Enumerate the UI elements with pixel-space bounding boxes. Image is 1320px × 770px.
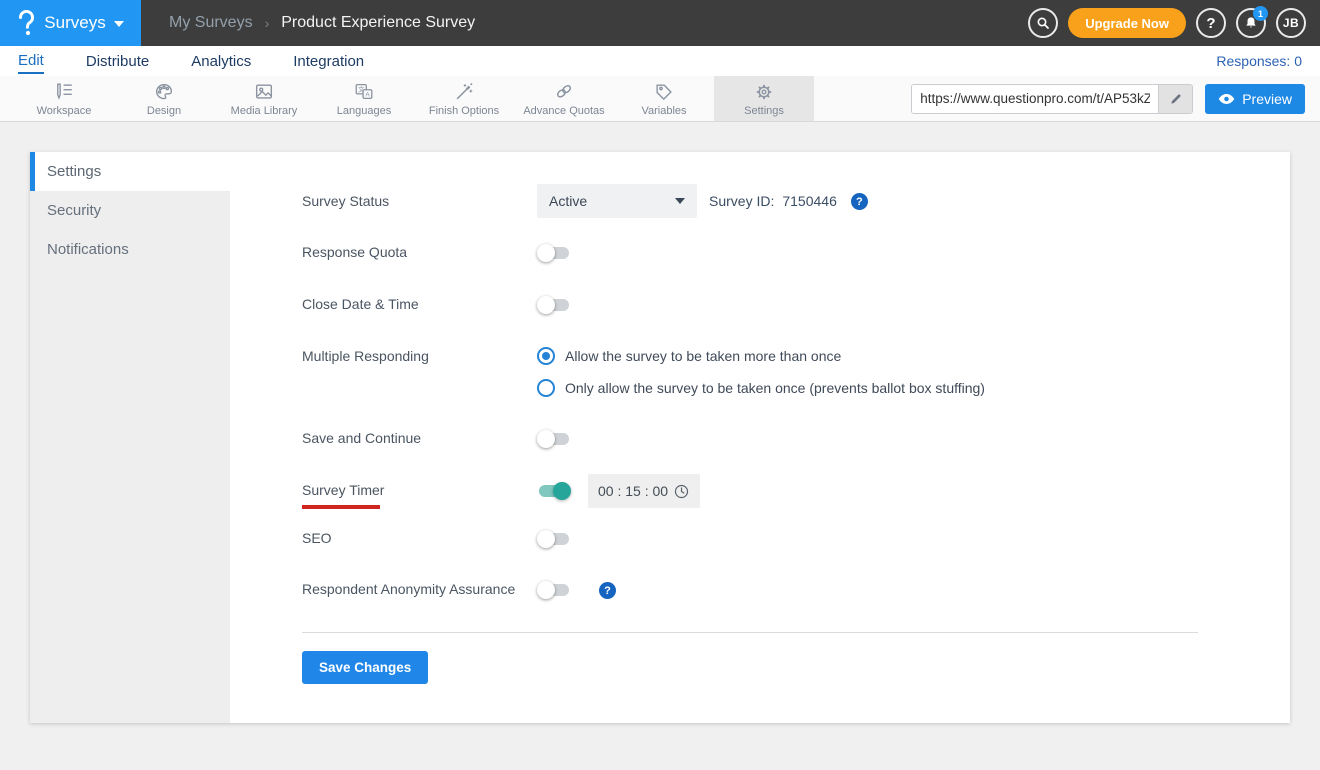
clock-icon [673, 483, 690, 500]
svg-text:A: A [365, 91, 370, 98]
response-quota-toggle[interactable] [537, 243, 571, 263]
survey-id-help-icon[interactable]: ? [850, 193, 868, 210]
toolbar-item-design[interactable]: Design [114, 76, 214, 121]
survey-timer-label: Survey Timer [302, 482, 385, 498]
survey-id-label: Survey ID: [709, 193, 775, 209]
survey-timer-row: Survey Timer 00 : 15 : 00 [302, 474, 1198, 509]
page-title: Product Experience Survey [281, 14, 476, 31]
response-quota-row: Response Quota [302, 243, 1198, 263]
top-header: Surveys My Surveys › Product Experience … [0, 0, 1320, 46]
settings-form: Survey Status Active Survey ID: 7150446 … [230, 152, 1290, 723]
avatar[interactable]: JB [1276, 8, 1306, 38]
tab-edit[interactable]: Edit [18, 48, 44, 74]
question-mark-icon: ? [1206, 14, 1216, 32]
edit-url-button[interactable] [1158, 84, 1193, 113]
settings-card: Settings Security Notifications Survey S… [30, 152, 1290, 723]
seo-row: SEO [302, 529, 1198, 549]
settings-sidebar: Settings Security Notifications [30, 152, 230, 723]
finish-options-wand-icon [452, 81, 476, 103]
variables-tag-icon [652, 81, 676, 103]
radio-unselected-icon [537, 379, 555, 397]
save-changes-button[interactable]: Save Changes [302, 651, 429, 684]
radio-option-once-only[interactable]: Only allow the survey to be taken once (… [537, 379, 985, 397]
survey-url-field [911, 83, 1194, 114]
upgrade-now-button[interactable]: Upgrade Now [1068, 8, 1186, 38]
breadcrumb-my-surveys[interactable]: My Surveys [169, 14, 253, 32]
responses-count: Responses: 0 [1216, 53, 1302, 69]
pencil-icon [1169, 92, 1183, 106]
seo-label: SEO [302, 530, 332, 546]
content-area: Settings Security Notifications Survey S… [0, 122, 1320, 723]
notifications-button[interactable]: 1 [1236, 6, 1268, 38]
tab-analytics[interactable]: Analytics [191, 49, 251, 73]
toolbar-item-settings[interactable]: Settings [714, 76, 814, 121]
breadcrumb-separator-icon: › [264, 15, 270, 31]
header-actions: Upgrade Now ? 1 JB [1028, 6, 1320, 38]
toolbar-item-finish-options[interactable]: Finish Options [414, 76, 514, 121]
tab-distribute[interactable]: Distribute [86, 49, 149, 73]
toolbar-item-languages[interactable]: 文 A Languages [314, 76, 414, 121]
toolbar-item-advance-quotas[interactable]: Advance Quotas [514, 76, 614, 121]
sidebar-item-notifications[interactable]: Notifications [30, 230, 230, 269]
surveys-menu[interactable]: Surveys [0, 0, 141, 46]
survey-status-label: Survey Status [302, 193, 390, 209]
settings-gear-icon [752, 81, 776, 103]
save-and-continue-toggle[interactable] [537, 429, 571, 449]
save-and-continue-label: Save and Continue [302, 430, 422, 446]
questionpro-logo [17, 10, 36, 36]
save-and-continue-row: Save and Continue [302, 429, 1198, 449]
sidebar-item-settings[interactable]: Settings [30, 152, 230, 191]
search-icon [1035, 15, 1051, 31]
avatar-initials: JB [1282, 16, 1300, 30]
close-date-time-row: Close Date & Time [302, 295, 1198, 315]
eye-icon [1218, 93, 1235, 105]
radio-option-multiple-allowed[interactable]: Allow the survey to be taken more than o… [537, 347, 985, 365]
survey-timer-toggle[interactable] [537, 481, 571, 501]
chevron-down-icon [675, 198, 685, 204]
respondent-anonymity-help-icon[interactable]: ? [599, 582, 616, 599]
workspace-icon [52, 81, 76, 103]
multiple-responding-label: Multiple Responding [302, 348, 429, 364]
edit-toolbar: Workspace Design Media Library 文 A Langu… [0, 76, 1320, 122]
surveys-menu-label: Surveys [44, 13, 106, 32]
form-divider [302, 632, 1198, 633]
survey-nav-tabs: Edit Distribute Analytics Integration Re… [0, 46, 1320, 76]
languages-icon: 文 A [352, 81, 376, 103]
toolbar-item-media-library[interactable]: Media Library [214, 76, 314, 121]
respondent-anonymity-toggle[interactable] [537, 580, 571, 600]
survey-status-value: Active [549, 193, 588, 209]
survey-timer-value: 00 : 15 : 00 [598, 483, 669, 499]
advance-quotas-link-icon [552, 81, 576, 103]
search-button[interactable] [1028, 8, 1059, 38]
seo-toggle[interactable] [537, 529, 571, 549]
chevron-down-icon [113, 21, 124, 27]
sidebar-item-security[interactable]: Security [30, 191, 230, 230]
tab-integration[interactable]: Integration [293, 49, 364, 73]
survey-url-input[interactable] [912, 84, 1159, 113]
survey-status-select[interactable]: Active [537, 184, 697, 218]
close-date-time-label: Close Date & Time [302, 296, 419, 312]
breadcrumb: My Surveys › Product Experience Survey [169, 14, 475, 32]
notification-badge: 1 [1253, 6, 1268, 21]
help-button[interactable]: ? [1196, 8, 1226, 38]
respondent-anonymity-label: Respondent Anonymity Assurance [302, 581, 516, 597]
red-highlight-underline [302, 505, 380, 509]
design-palette-icon [152, 81, 176, 103]
response-quota-label: Response Quota [302, 244, 408, 260]
survey-status-row: Survey Status Active Survey ID: 7150446 … [302, 184, 1198, 218]
survey-id-value: 7150446 [782, 193, 837, 209]
multiple-responding-row: Multiple Responding Allow the survey to … [302, 347, 1198, 397]
close-date-time-toggle[interactable] [537, 295, 571, 315]
toolbar-item-variables[interactable]: Variables [614, 76, 714, 121]
toolbar-item-workspace[interactable]: Workspace [14, 76, 114, 121]
respondent-anonymity-row: Respondent Anonymity Assurance ? [302, 580, 1198, 600]
preview-button[interactable]: Preview [1205, 83, 1305, 114]
radio-selected-icon [537, 347, 555, 365]
media-library-icon [252, 81, 276, 103]
survey-timer-duration-field[interactable]: 00 : 15 : 00 [588, 474, 700, 508]
